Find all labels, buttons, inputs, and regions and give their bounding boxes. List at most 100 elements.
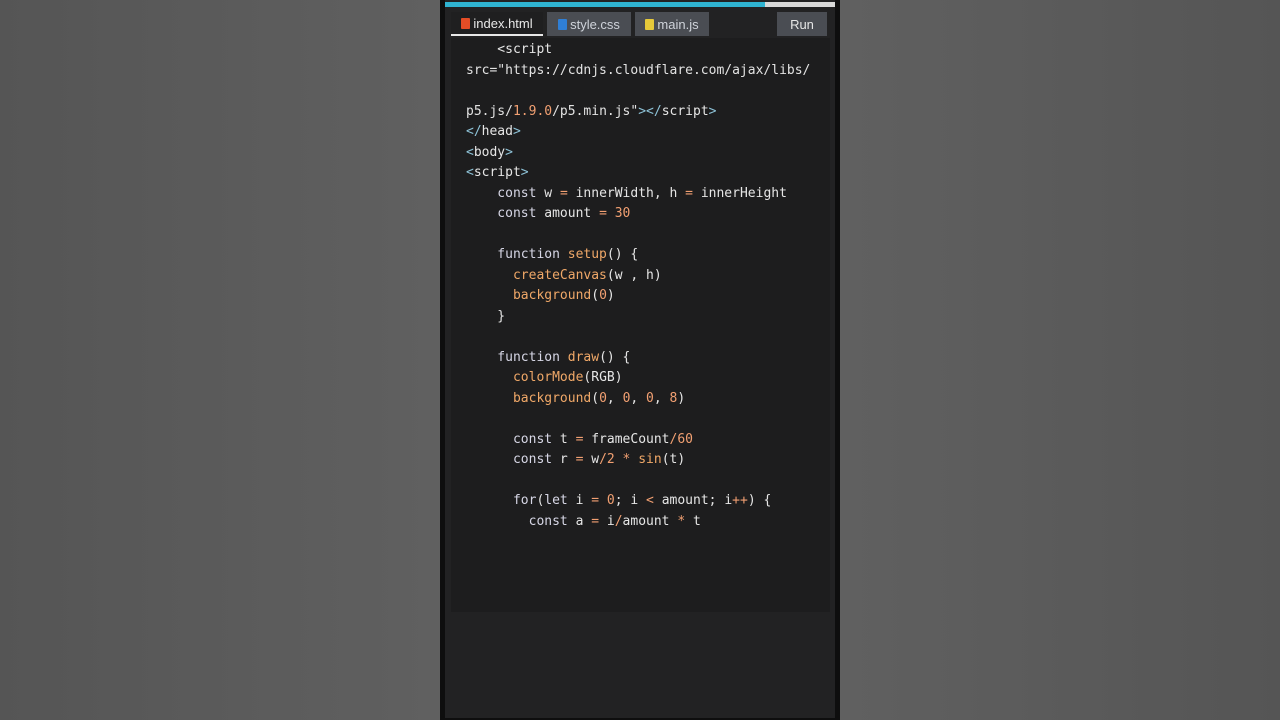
blurred-background-left — [0, 0, 440, 720]
code-token: function — [466, 349, 568, 365]
code-token: i — [606, 513, 615, 529]
code-token: 0 — [599, 390, 607, 406]
code-token: = — [685, 185, 701, 201]
code-token: = — [559, 185, 576, 201]
code-line: } — [466, 307, 810, 328]
code-line: <script — [466, 40, 810, 61]
code-token: , — [653, 390, 670, 406]
code-token: (w , h) — [606, 267, 662, 283]
code-token: body — [473, 144, 506, 160]
code-token: /p5.min.js" — [552, 103, 639, 119]
code-token: = — [599, 206, 615, 221]
tab-main-js[interactable]: main.js — [635, 12, 709, 36]
code-line: </head> — [466, 122, 810, 143]
code-token: < — [646, 493, 662, 508]
code-line: p5.js/1.9.0/p5.min.js"></script> — [466, 102, 810, 123]
code-line: src="https://cdnjs.cloudflare.com/ajax/l… — [466, 61, 810, 82]
code-token: background — [512, 390, 592, 406]
code-token: / — [614, 513, 623, 529]
video-progress-fill — [445, 2, 765, 7]
code-line: const amount = 30 — [466, 204, 810, 225]
code-token: t — [693, 513, 701, 529]
code-token: = — [591, 493, 607, 508]
code-token: w — [591, 452, 600, 467]
code-token: function — [466, 247, 568, 262]
code-token: for — [466, 493, 537, 508]
code-content: <script src="https://cdnjs.cloudflare.com… — [466, 40, 810, 532]
code-line: const a = i/amount * t — [466, 512, 810, 533]
code-token: innerHeight — [700, 185, 787, 201]
code-token: draw — [567, 349, 600, 365]
code-token: amount — [544, 206, 600, 221]
code-token: const — [466, 431, 560, 447]
code-token: ( — [591, 288, 600, 303]
code-token: 0 — [599, 288, 607, 303]
tab-index-html[interactable]: index.html — [451, 12, 543, 36]
code-token: , — [606, 390, 623, 406]
code-token: const — [466, 513, 576, 529]
code-token: 30 — [614, 206, 631, 221]
code-token: let — [544, 493, 576, 508]
code-line: const r = w/2 * sin(t) — [466, 450, 810, 471]
code-token: 2 — [606, 452, 623, 467]
code-line: function draw() { — [466, 348, 810, 369]
code-token: ( — [591, 390, 600, 406]
code-token: / — [599, 452, 607, 467]
code-token: script — [473, 165, 521, 180]
code-token: () { — [599, 349, 631, 365]
css3-icon — [558, 18, 568, 30]
code-token: script — [661, 103, 709, 119]
code-token: w — [544, 185, 560, 201]
code-token: (t) — [661, 452, 686, 467]
code-token: i — [575, 493, 592, 508]
code-token: } — [466, 308, 506, 324]
tab-label: style.css — [570, 16, 620, 32]
code-line: <body> — [466, 143, 810, 164]
code-token: frameCount — [591, 431, 670, 447]
code-editor-app: index.html style.css main.js Run <script… — [445, 0, 835, 718]
code-token: ) — [606, 288, 615, 303]
code-token: < — [466, 165, 474, 180]
run-button[interactable]: Run — [777, 12, 827, 36]
code-token: ></ — [638, 103, 662, 119]
phone-frame: index.html style.css main.js Run <script… — [440, 0, 840, 720]
tab-label: main.js — [657, 16, 699, 32]
code-line: <script> — [466, 163, 810, 184]
code-editor[interactable]: <script src="https://cdnjs.cloudflare.com… — [451, 38, 830, 612]
code-token: = — [591, 513, 607, 529]
code-token: > — [708, 103, 717, 119]
code-token: > — [505, 144, 513, 160]
code-token: * — [622, 452, 639, 467]
code-line: colorMode(RGB) — [466, 368, 810, 389]
code-token: head — [481, 124, 513, 139]
code-token: t — [559, 431, 576, 447]
code-line: const t = frameCount/60 — [466, 430, 810, 451]
code-token: sin — [638, 452, 662, 467]
code-line: createCanvas(w , h) — [466, 266, 810, 287]
code-token: colorMode — [512, 370, 584, 385]
code-line: background(0, 0, 0, 8) — [466, 389, 810, 410]
code-token: innerWidth, h — [575, 185, 686, 201]
code-token: amount — [622, 513, 678, 529]
js-icon — [645, 18, 655, 30]
code-token: * — [677, 513, 693, 529]
code-token: 1.9.0 — [512, 103, 553, 119]
video-progress-bar[interactable] — [445, 2, 835, 7]
code-token: a — [575, 513, 592, 529]
code-token: () { — [606, 247, 639, 262]
code-token: setup — [567, 247, 607, 262]
code-token: > — [520, 165, 529, 180]
code-token: (RGB) — [583, 370, 623, 385]
blurred-background-right — [840, 0, 1280, 720]
code-token: const — [466, 452, 560, 467]
code-token: ++ — [732, 493, 748, 508]
tab-style-css[interactable]: style.css — [547, 12, 631, 36]
code-line: for(let i = 0; i < amount; i++) { — [466, 491, 810, 512]
code-token: createCanvas — [512, 267, 607, 283]
